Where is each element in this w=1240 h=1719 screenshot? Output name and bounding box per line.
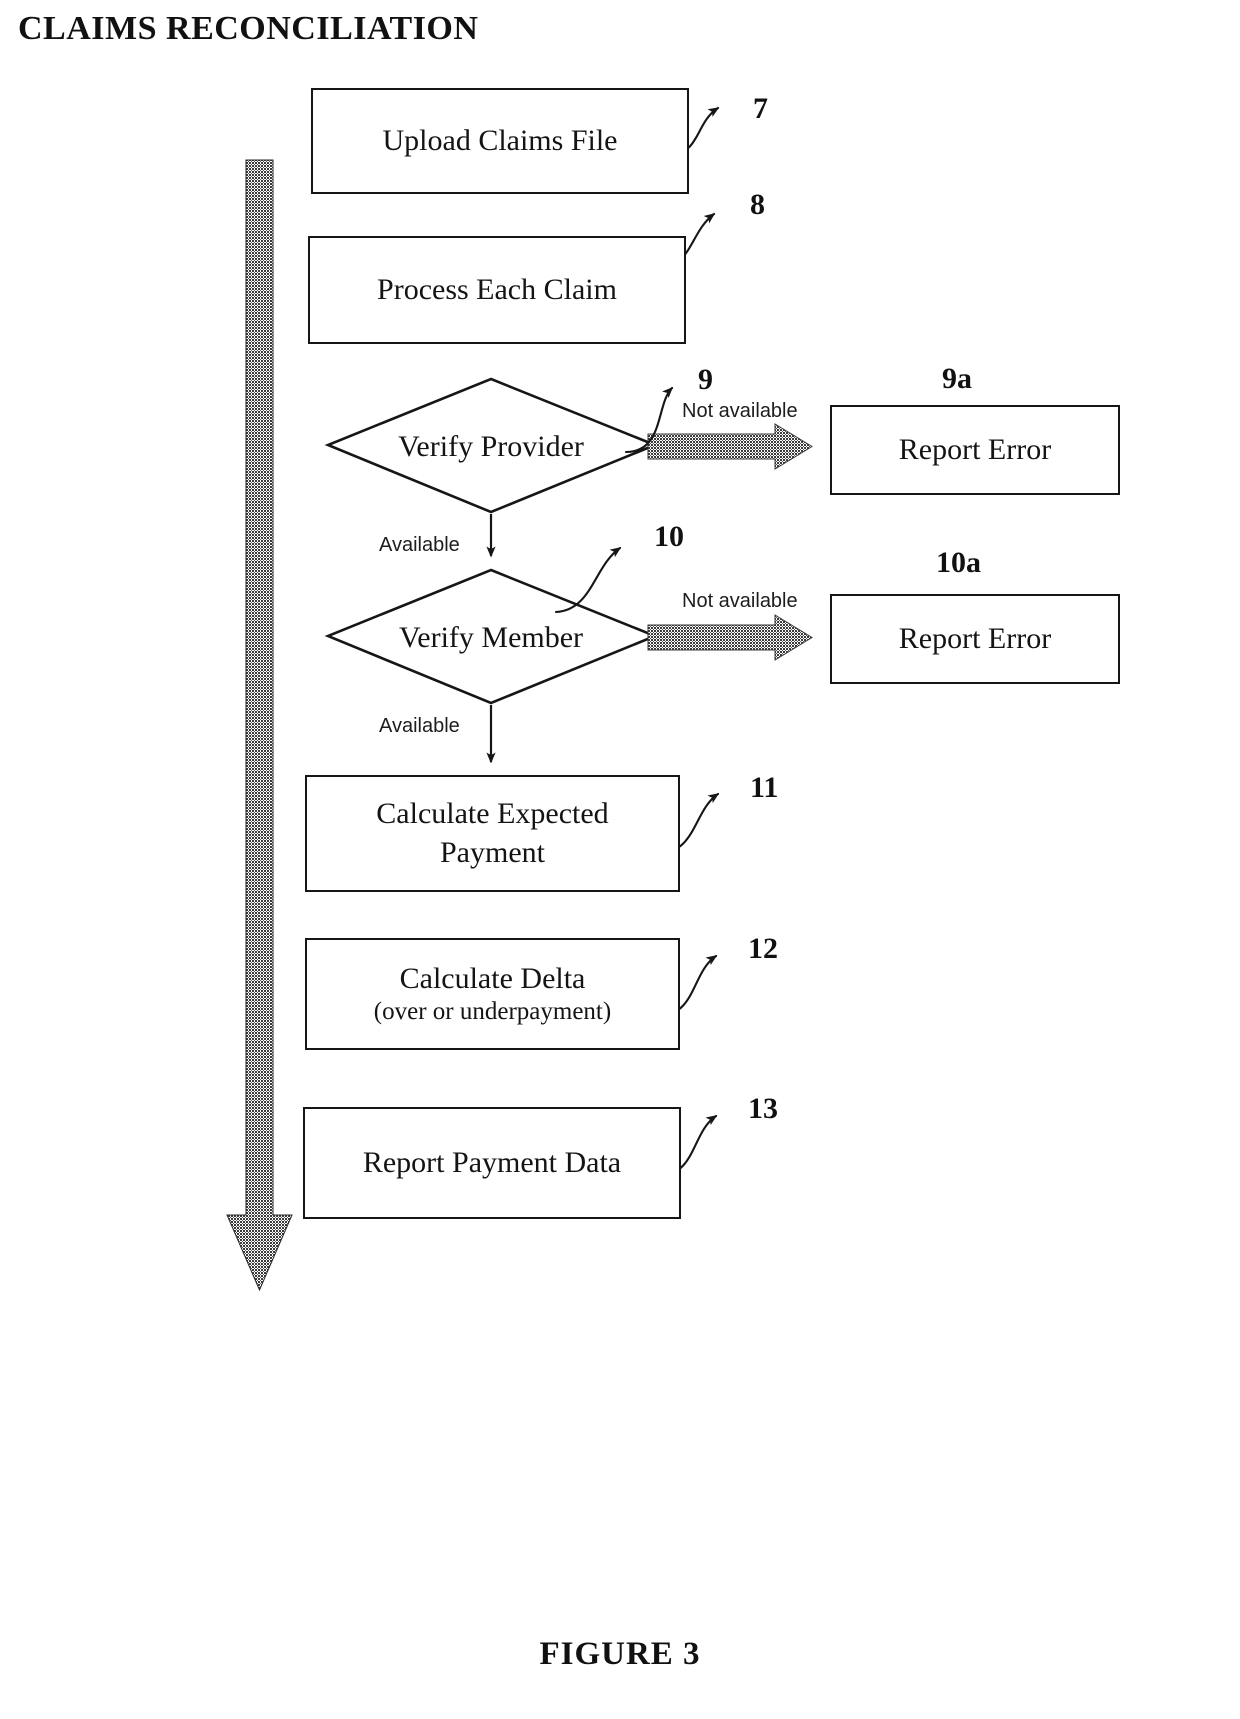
process-label-upload-claims-file: Upload Claims File xyxy=(382,124,618,158)
edge-label-member-not-available: Not available xyxy=(682,590,798,612)
process-label-member-report-error: Report Error xyxy=(898,622,1052,656)
process-box-process-each-claim: Process Each Claim xyxy=(308,236,686,344)
main-flow-arrow xyxy=(226,159,293,1292)
reference-numeral-10a: 10a xyxy=(936,546,981,579)
reference-numeral-12: 12 xyxy=(748,932,778,965)
process-box-calculate-delta: Calculate Delta (over or underpayment) xyxy=(305,938,680,1050)
reference-numeral-9a: 9a xyxy=(942,362,972,395)
branch-arrow-member-error xyxy=(647,614,813,661)
reference-numeral-10: 10 xyxy=(654,520,684,553)
decision-label-verify-provider: Verify Provider xyxy=(398,430,584,463)
figure-caption: FIGURE 3 xyxy=(539,1636,701,1672)
process-box-member-report-error: Report Error xyxy=(830,594,1120,684)
process-label-report-payment-data: Report Payment Data xyxy=(362,1146,622,1180)
process-label-calculate-expected-line2: Payment xyxy=(440,835,545,869)
process-label-process-each-claim: Process Each Claim xyxy=(377,273,617,307)
reference-numeral-7: 7 xyxy=(753,92,768,125)
edge-label-provider-available: Available xyxy=(379,534,460,556)
process-sublabel-calculate-delta: (over or underpayment) xyxy=(373,997,612,1025)
process-box-upload-claims-file: Upload Claims File xyxy=(311,88,689,194)
edge-label-member-available: Available xyxy=(379,715,460,737)
decision-label-verify-member: Verify Member xyxy=(398,621,584,654)
edge-label-provider-not-available: Not available xyxy=(682,400,798,422)
process-label-calculate-expected-line1: Calculate Expected xyxy=(376,797,609,831)
reference-numeral-9: 9 xyxy=(698,363,713,396)
process-label-calculate-delta: Calculate Delta xyxy=(399,962,586,996)
process-box-report-payment-data: Report Payment Data xyxy=(303,1107,681,1219)
process-box-provider-report-error: Report Error xyxy=(830,405,1120,495)
process-label-provider-report-error: Report Error xyxy=(898,433,1052,467)
branch-arrow-provider-error xyxy=(647,423,813,470)
process-box-calculate-expected-payment: Calculate Expected Payment xyxy=(305,775,680,892)
page-title: CLAIMS RECONCILIATION xyxy=(18,10,479,47)
reference-numeral-8: 8 xyxy=(750,188,765,221)
reference-numeral-11: 11 xyxy=(750,771,779,804)
reference-numeral-13: 13 xyxy=(748,1092,778,1125)
